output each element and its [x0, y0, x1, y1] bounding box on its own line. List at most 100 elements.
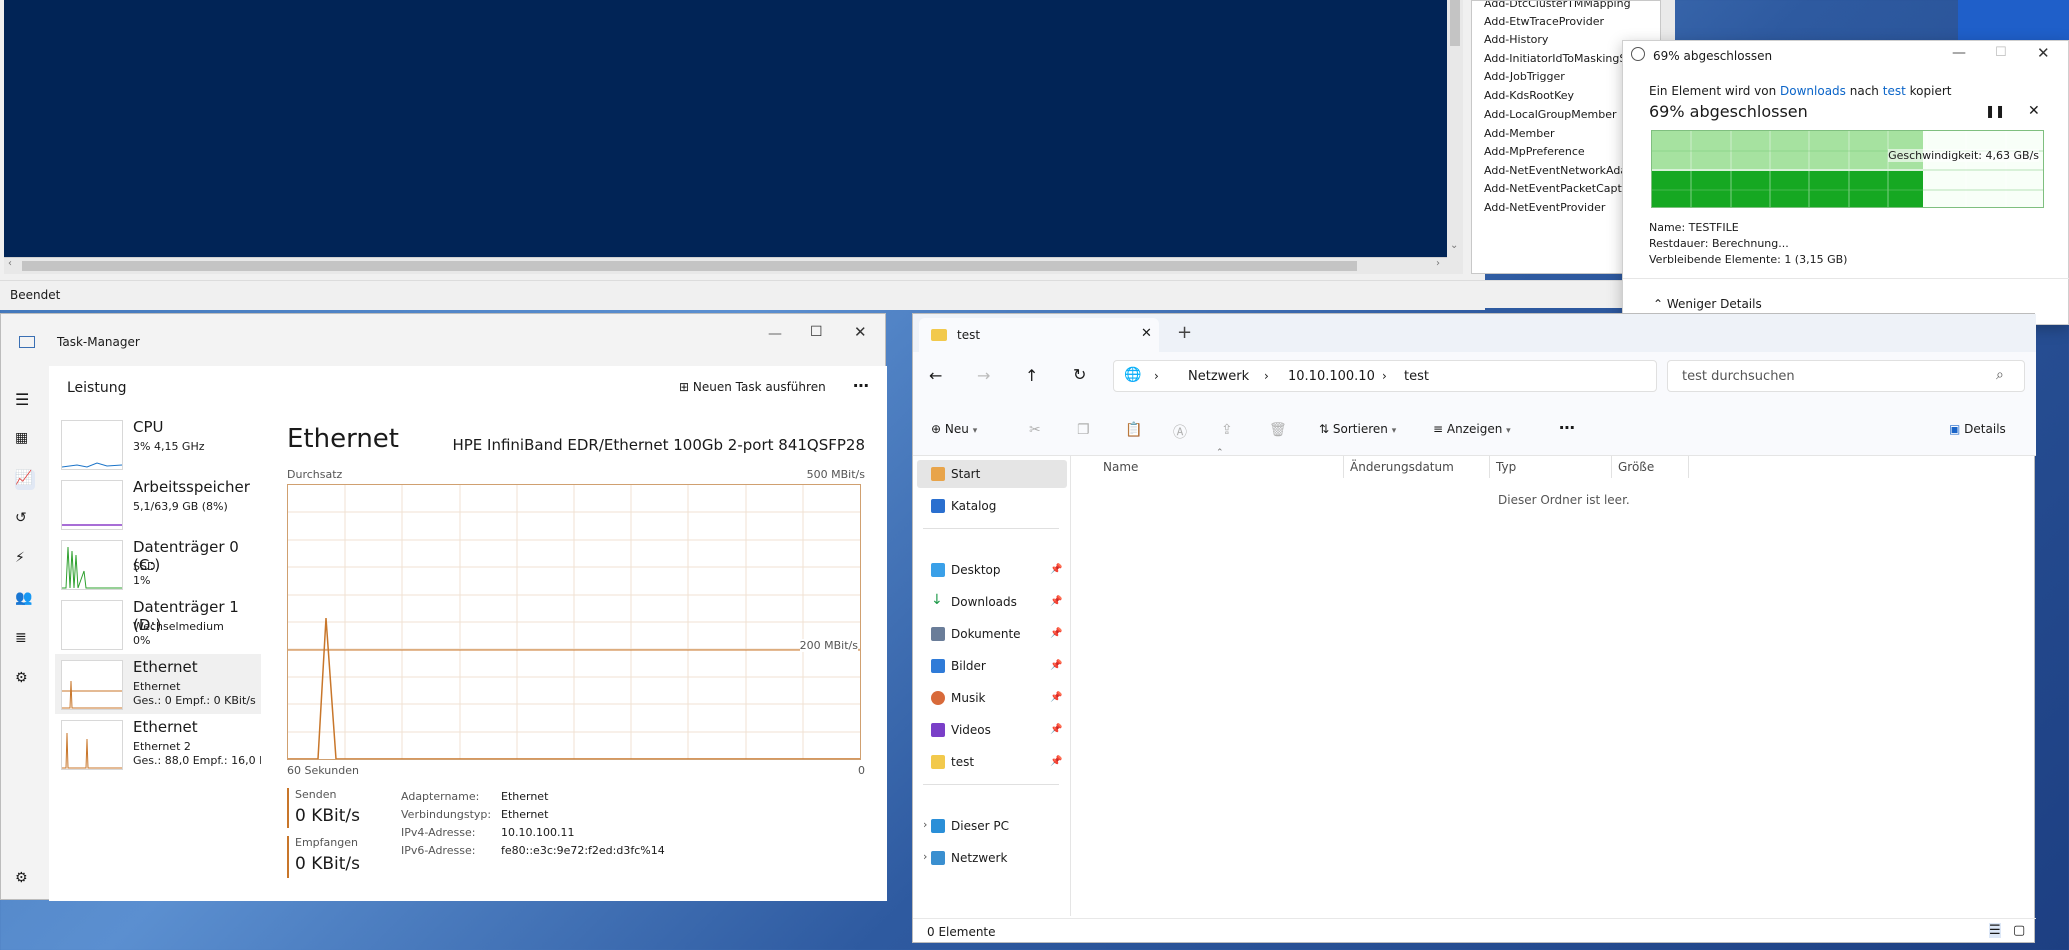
- column-separator[interactable]: [1343, 456, 1344, 478]
- details-icon[interactable]: ≣: [15, 630, 35, 650]
- pin-icon[interactable]: 📌: [1050, 692, 1062, 703]
- breadcrumb-item[interactable]: Netzwerk: [1188, 369, 1249, 384]
- scroll-thumb[interactable]: [22, 261, 1357, 271]
- column-separator[interactable]: [1611, 456, 1612, 478]
- command-item[interactable]: Add-DtcClusterTMMapping: [1484, 1, 1631, 10]
- maximize-button[interactable]: ☐: [810, 324, 823, 340]
- services-icon[interactable]: ⚙: [15, 670, 35, 690]
- pause-button[interactable]: ❚❚: [1985, 104, 2005, 118]
- nav-item-katalog[interactable]: Katalog: [917, 492, 1053, 520]
- history-icon[interactable]: ↺: [15, 510, 35, 530]
- nav-item-desktop[interactable]: Desktop 📌: [917, 556, 1062, 584]
- more-options-button[interactable]: ⋯: [1559, 418, 1575, 437]
- column-separator[interactable]: [1489, 456, 1490, 478]
- source-link[interactable]: Downloads: [1780, 84, 1846, 98]
- command-item[interactable]: Add-NetEventPacketCapture: [1484, 182, 1640, 195]
- new-button[interactable]: ⊕ Neu ▾: [931, 422, 977, 436]
- perf-item-disk-0[interactable]: Datenträger 0 (C:) SSD 1%: [55, 534, 261, 594]
- startup-icon[interactable]: ⚡: [15, 550, 35, 570]
- cancel-button[interactable]: ✕: [2028, 103, 2040, 119]
- perf-item-cpu[interactable]: CPU 3% 4,15 GHz: [55, 414, 261, 474]
- pin-icon[interactable]: 📌: [1050, 724, 1062, 735]
- nav-item-bilder[interactable]: Bilder 📌: [917, 652, 1062, 680]
- copy-description: Ein Element wird von Downloads nach test…: [1649, 84, 1951, 98]
- performance-icon[interactable]: 📈: [15, 470, 35, 490]
- pin-icon[interactable]: 📌: [1050, 628, 1062, 639]
- pin-icon[interactable]: 📌: [1050, 660, 1062, 671]
- users-icon[interactable]: 👥: [15, 590, 35, 610]
- copy-suffix: kopiert: [1909, 84, 1952, 98]
- perf-item-ethernet-2[interactable]: Ethernet Ethernet 2 Ges.: 88,0 Empf.: 16…: [55, 714, 261, 774]
- breadcrumb-item[interactable]: 10.10.100.10: [1288, 369, 1375, 384]
- close-button[interactable]: ✕: [854, 323, 867, 341]
- search-icon[interactable]: ⌕: [1996, 367, 2004, 383]
- up-button[interactable]: ↑: [1025, 366, 1038, 385]
- perf-item-disk-1[interactable]: Datenträger 1 (D:) Wechselmedium 0%: [55, 594, 261, 654]
- dest-link[interactable]: test: [1883, 84, 1906, 98]
- breadcrumb[interactable]: 🌐 › Netzwerk › 10.10.100.10 › test: [1113, 360, 1657, 392]
- vertical-scrollbar[interactable]: ⌄: [1447, 0, 1463, 274]
- perf-item-detail: Ethernet: [133, 680, 181, 693]
- pin-icon[interactable]: 📌: [1050, 596, 1062, 607]
- nav-item-test[interactable]: test 📌: [917, 748, 1062, 776]
- tab-test[interactable]: test ✕: [919, 318, 1159, 352]
- nav-item-musik[interactable]: Musik 📌: [917, 684, 1062, 712]
- tiles-view-icon[interactable]: ▢: [2013, 923, 2025, 938]
- videos-icon: [931, 723, 945, 737]
- throughput-label: Durchsatz: [287, 468, 343, 481]
- search-box[interactable]: test durchsuchen ⌕: [1667, 360, 2025, 392]
- new-task-button[interactable]: ⊞ Neuen Task ausführen: [679, 380, 826, 394]
- pin-icon[interactable]: 📌: [1050, 564, 1062, 575]
- scroll-down-icon[interactable]: ⌄: [1450, 240, 1458, 251]
- nav-item-downloads[interactable]: ↓ Downloads 📌: [917, 588, 1062, 616]
- command-item[interactable]: Add-KdsRootKey: [1484, 89, 1574, 102]
- nav-item-netzwerk[interactable]: Netzwerk: [917, 844, 1053, 872]
- horizontal-scrollbar[interactable]: ‹ ›: [4, 257, 1447, 274]
- column-modified[interactable]: Änderungsdatum: [1350, 460, 1454, 474]
- sort-button[interactable]: ⇅ Sortieren ▾: [1319, 422, 1396, 436]
- perf-item-detail: 5,1/63,9 GB (8%): [133, 500, 228, 513]
- perf-item-memory[interactable]: Arbeitsspeicher 5,1/63,9 GB (8%): [55, 474, 261, 534]
- command-item[interactable]: Add-Member: [1484, 127, 1555, 140]
- ethernet-2-thumbnail: [61, 720, 123, 770]
- processes-icon[interactable]: ▦: [15, 430, 35, 450]
- status-text: Beendet: [10, 288, 61, 302]
- details-pane-button[interactable]: ▣ Details: [1949, 422, 2006, 436]
- view-button[interactable]: ≡ Anzeigen ▾: [1433, 422, 1511, 436]
- command-item[interactable]: Add-EtwTraceProvider: [1484, 15, 1604, 28]
- column-separator[interactable]: [1688, 456, 1689, 478]
- pin-icon[interactable]: 📌: [1050, 756, 1062, 767]
- new-tab-button[interactable]: +: [1177, 322, 1192, 343]
- more-options-button[interactable]: ⋯: [853, 376, 869, 395]
- command-item[interactable]: Add-InitiatorIdToMaskingSet: [1484, 52, 1637, 65]
- nav-item-start[interactable]: Start: [917, 460, 1067, 488]
- command-item[interactable]: Add-LocalGroupMember: [1484, 108, 1617, 121]
- refresh-button[interactable]: ↻: [1073, 365, 1086, 384]
- nav-item-videos[interactable]: Videos 📌: [917, 716, 1062, 744]
- nav-item-dokumente[interactable]: Dokumente 📌: [917, 620, 1062, 648]
- column-size[interactable]: Größe: [1618, 460, 1654, 474]
- scroll-thumb[interactable]: [1450, 0, 1460, 46]
- column-type[interactable]: Typ: [1496, 460, 1516, 474]
- console-pane[interactable]: [4, 0, 1447, 257]
- tab-close-icon[interactable]: ✕: [1141, 326, 1152, 341]
- command-item[interactable]: Add-JobTrigger: [1484, 70, 1565, 83]
- back-button[interactable]: ←: [929, 366, 942, 385]
- scroll-right-icon[interactable]: ›: [1436, 258, 1440, 269]
- settings-gear-icon[interactable]: ⚙: [15, 870, 35, 890]
- command-item[interactable]: Add-NetEventProvider: [1484, 201, 1605, 214]
- command-item[interactable]: Add-History: [1484, 33, 1548, 46]
- less-details-button[interactable]: ⌃ Weniger Details: [1653, 297, 1762, 311]
- minimize-button[interactable]: —: [1952, 45, 1966, 61]
- breadcrumb-item[interactable]: test: [1404, 369, 1429, 384]
- column-name[interactable]: Name: [1103, 460, 1138, 474]
- hamburger-icon[interactable]: ☰: [15, 390, 35, 410]
- nav-item-dieser-pc[interactable]: Dieser PC: [917, 812, 1053, 840]
- details-view-icon[interactable]: ☰: [1989, 923, 2001, 938]
- minimize-button[interactable]: —: [768, 326, 782, 342]
- close-button[interactable]: ✕: [2037, 44, 2050, 62]
- command-item[interactable]: Add-MpPreference: [1484, 145, 1585, 158]
- scroll-left-icon[interactable]: ‹: [8, 258, 12, 269]
- perf-item-ethernet[interactable]: Ethernet Ethernet Ges.: 0 Empf.: 0 KBit/…: [55, 654, 261, 714]
- breadcrumb-separator: ›: [1264, 369, 1269, 383]
